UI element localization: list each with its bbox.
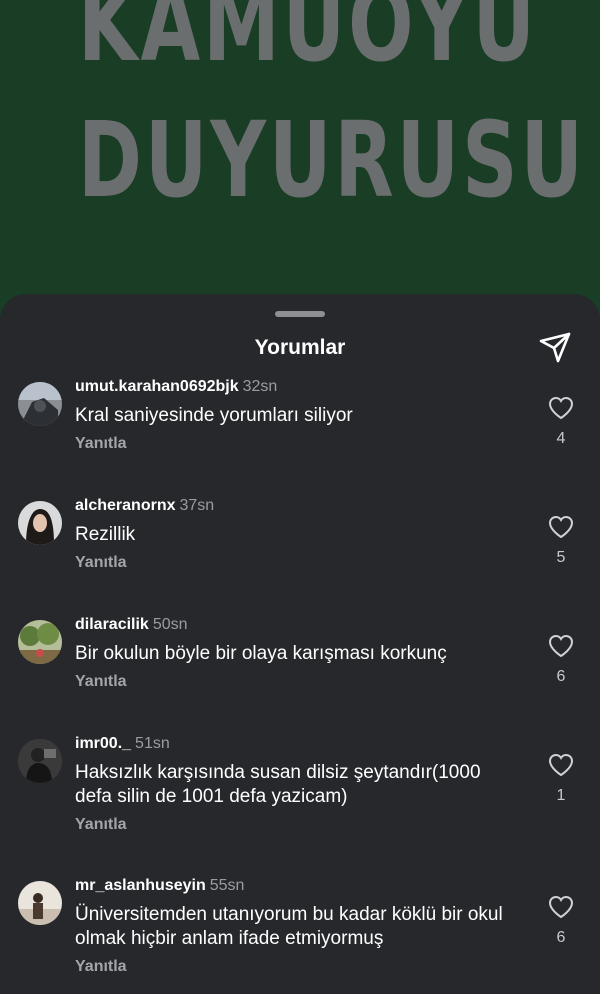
comment-time: 51sn [135, 735, 170, 752]
heart-icon[interactable] [548, 634, 574, 658]
reply-button[interactable]: Yanıtla [75, 435, 127, 453]
post-title-line1: KAMUOYU [78, 0, 538, 85]
comment-time: 32sn [242, 378, 278, 395]
comment-time: 50sn [152, 616, 188, 633]
reply-button[interactable]: Yanıtla [75, 673, 127, 691]
comment-username[interactable]: imr00._ [75, 735, 131, 752]
like-count: 6 [556, 668, 566, 685]
like-count: 1 [556, 787, 566, 804]
avatar[interactable] [18, 620, 62, 664]
comment-username[interactable]: mr_aslanhuseyin [75, 877, 206, 894]
post-image: KAMUOYU DUYURUSU [0, 0, 600, 320]
sheet-title: Yorumlar [254, 336, 346, 359]
comment-header: imr00._ 51sn [75, 735, 170, 753]
comment-header: dilaracilik 50sn [75, 616, 188, 634]
like-count: 6 [556, 929, 566, 946]
reply-button[interactable]: Yanıtla [75, 816, 127, 834]
avatar[interactable] [18, 501, 62, 545]
comment-time: 55sn [209, 877, 245, 894]
comment-username[interactable]: umut.karahan0692bjk [75, 378, 239, 395]
comment-header: mr_aslanhuseyin 55sn [75, 877, 244, 895]
avatar[interactable] [18, 382, 62, 426]
reply-button[interactable]: Yanıtla [75, 554, 127, 572]
like-count: 4 [556, 430, 566, 447]
heart-icon[interactable] [548, 753, 574, 777]
paper-plane-icon[interactable] [538, 330, 572, 364]
comment-time: 37sn [179, 497, 215, 514]
like-count: 5 [556, 549, 566, 566]
comment-text: Üniversitemden utanıyorum bu kadar köklü… [75, 904, 503, 949]
avatar[interactable] [18, 881, 62, 925]
comment-text: Haksızlık karşısında susan dilsiz şeytan… [75, 762, 481, 807]
comments-sheet: Yorumlar umut.karahan0692bjk 32sn Kral sa… [0, 294, 600, 994]
heart-icon[interactable] [548, 515, 574, 539]
heart-icon[interactable] [548, 396, 574, 420]
heart-icon[interactable] [548, 895, 574, 919]
comment-text: Rezillik [75, 524, 136, 545]
comment-username[interactable]: alcheranornx [75, 497, 175, 514]
comment-header: umut.karahan0692bjk 32sn [75, 378, 277, 396]
comment-username[interactable]: dilaracilik [75, 616, 149, 633]
comment-text: Kral saniyesinde yorumları siliyor [75, 405, 353, 426]
reply-button[interactable]: Yanıtla [75, 958, 127, 976]
avatar[interactable] [18, 739, 62, 783]
post-title-line2: DUYURUSU [78, 99, 586, 221]
sheet-drag-handle[interactable] [275, 311, 325, 317]
comment-text: Bir okulun böyle bir olaya karışması kor… [75, 643, 447, 664]
comment-header: alcheranornx 37sn [75, 497, 214, 515]
